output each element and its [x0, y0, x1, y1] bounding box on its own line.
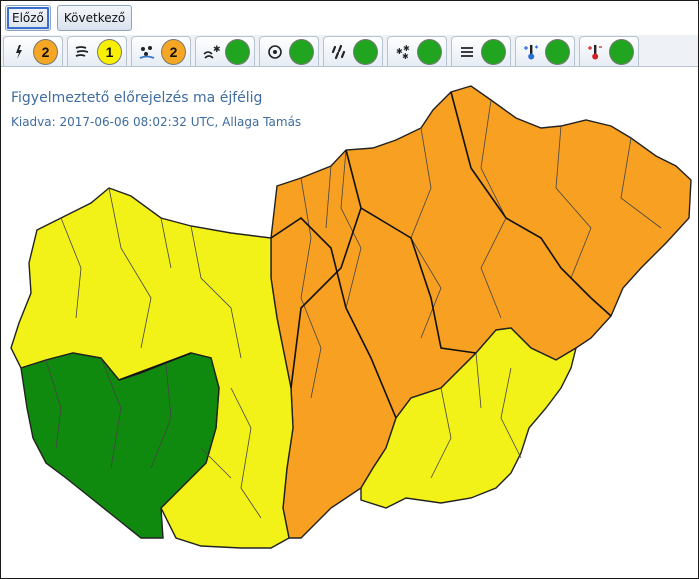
tab-cold[interactable]	[515, 36, 575, 66]
thunderstorm-icon	[8, 41, 29, 63]
fog-icon	[456, 41, 477, 63]
snow-drift-icon: ✱	[200, 41, 221, 63]
warning-level-badge	[353, 38, 378, 65]
map-panel: Figyelmeztető előrejelzés ma éjfélig Kia…	[1, 68, 698, 578]
svg-text:✱: ✱	[213, 45, 220, 55]
warning-level-badge: 1	[97, 38, 122, 65]
rain-icon	[136, 41, 157, 63]
heat-icon	[584, 41, 605, 63]
tab-wind[interactable]: 1	[67, 36, 127, 66]
warning-level-badge	[609, 38, 634, 65]
wind-icon	[72, 41, 93, 63]
heavy-rain-icon	[328, 41, 349, 63]
tab-heavy-rain[interactable]	[323, 36, 383, 66]
warning-level-badge: 2	[161, 38, 186, 65]
warning-level-badge	[417, 38, 442, 65]
tab-snow-drift[interactable]: ✱	[195, 36, 255, 66]
previous-button[interactable]: Előző	[5, 5, 51, 31]
next-button[interactable]: Következő	[56, 5, 133, 31]
warning-level-badge: 2	[33, 38, 58, 65]
cold-icon	[520, 41, 541, 63]
warning-type-tabs: 2 1 2 ✱ ✱ ✱ ✱	[1, 35, 698, 67]
tab-rain[interactable]: 2	[131, 36, 191, 66]
tab-snow[interactable]: ✱ ✱ ✱	[387, 36, 447, 66]
tab-freezing-rain[interactable]	[259, 36, 319, 66]
warning-level-badge	[289, 38, 314, 65]
freezing-rain-icon	[264, 41, 285, 63]
snow-icon: ✱ ✱ ✱	[392, 41, 413, 63]
window-frame: Előző Következő 2 1 2 ✱ ✱ ✱ ✱ Figyelmezt…	[0, 0, 699, 579]
warning-map	[10, 85, 692, 549]
warning-title: Figyelmeztető előrejelzés ma éjfélig	[11, 90, 263, 106]
warning-level-badge	[225, 38, 250, 65]
warning-level-badge	[481, 38, 506, 65]
warning-level-badge	[545, 38, 570, 65]
svg-text:✱: ✱	[402, 52, 409, 61]
issued-info: Kiadva: 2017-06-06 08:02:32 UTC, Allaga …	[11, 115, 302, 129]
tab-thunderstorm[interactable]: 2	[3, 36, 63, 66]
tab-heat[interactable]	[579, 36, 639, 66]
tab-fog[interactable]	[451, 36, 511, 66]
navigation-bar: Előző Következő	[5, 5, 133, 31]
